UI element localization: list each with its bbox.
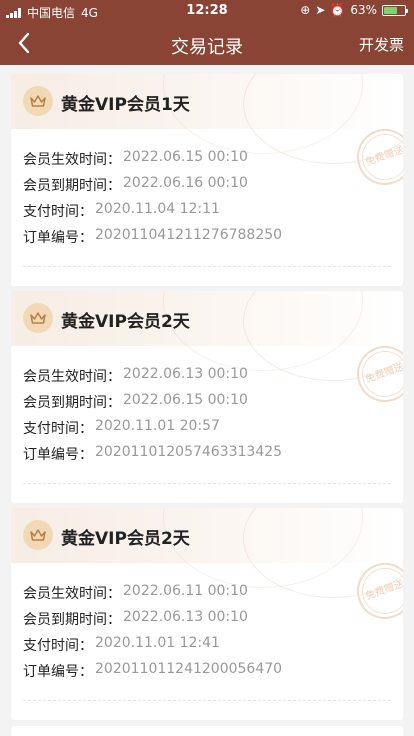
- crown-icon: [23, 520, 53, 550]
- page-title: 交易记录: [171, 37, 243, 58]
- end-time-row: 会员到期时间： 2022.06.15 00:10: [23, 392, 391, 418]
- paid-time-value: 2020.11.01 20:57: [95, 418, 220, 434]
- card-header: 黄金VIP会员2天: [11, 508, 403, 598]
- paid-time-value: 2020.11.04 12:11: [95, 201, 220, 217]
- order-number-row: 订单编号： 20201104121127678825​0: [23, 227, 391, 253]
- transaction-card-partial: [11, 726, 403, 736]
- start-time-value: 2022.06.11 00:10: [123, 583, 248, 599]
- end-time-value: 2022.06.16 00:10: [123, 175, 248, 191]
- order-number-value: 20201104121127678825​0: [95, 227, 283, 243]
- start-time-row: 会员生效时间： 2022.06.13 00:10: [23, 366, 391, 392]
- card-header: 黄金VIP会员1天: [11, 74, 403, 164]
- location-icon: ➤: [315, 3, 326, 17]
- battery-percent: 63%: [350, 3, 377, 17]
- paid-time-row: 支付时间： 2020.11.01 12:41: [23, 635, 391, 661]
- paid-time-label: 支付时间：: [23, 638, 93, 654]
- card-title: 黄金VIP会员2天: [61, 529, 190, 549]
- order-number-row: 订单编号： 202011012057463313425: [23, 444, 391, 470]
- order-number-label: 订单编号：: [23, 447, 93, 463]
- divider: [23, 700, 391, 701]
- invoice-button[interactable]: 开发票: [359, 34, 404, 55]
- start-time-value: 2022.06.15 00:10: [123, 149, 248, 165]
- alarm-icon: ⏰: [330, 3, 346, 17]
- paid-time-row: 支付时间： 2020.11.04 12:11: [23, 201, 391, 227]
- end-time-value: 2022.06.13 00:10: [123, 609, 248, 625]
- start-time-label: 会员生效时间：: [23, 586, 121, 602]
- divider: [23, 266, 391, 267]
- paid-time-row: 支付时间： 2020.11.01 20:57: [23, 418, 391, 444]
- end-time-label: 会员到期时间：: [23, 178, 121, 194]
- order-number-label: 订单编号：: [23, 230, 93, 246]
- lock-rotation-icon: ⊕: [300, 3, 311, 17]
- paid-time-label: 支付时间：: [23, 204, 93, 220]
- paid-time-value: 2020.11.01 12:41: [95, 635, 220, 651]
- card-title: 黄金VIP会员2天: [61, 312, 190, 332]
- order-number-value: 202011011241200056470: [95, 661, 283, 677]
- order-number-value: 202011012057463313425: [95, 444, 283, 460]
- transaction-card[interactable]: 黄金VIP会员2天 免费赠送 会员生效时间： 2022.06.11 00:10 会…: [11, 508, 403, 720]
- crown-icon: [23, 86, 53, 116]
- status-right: ⊕ ➤ ⏰ 63%: [300, 3, 408, 17]
- start-time-label: 会员生效时间：: [23, 369, 121, 385]
- end-time-value: 2022.06.15 00:10: [123, 392, 248, 408]
- start-time-label: 会员生效时间：: [23, 152, 121, 168]
- battery-icon: [382, 4, 408, 16]
- transaction-card[interactable]: 黄金VIP会员1天 免费赠送 会员生效时间： 2022.06.15 00:10 会…: [11, 74, 403, 286]
- nav-bar: 交易记录 开发票: [0, 22, 414, 65]
- end-time-row: 会员到期时间： 2022.06.16 00:10: [23, 175, 391, 201]
- status-bar: 中国电信 4G 12:28 ⊕ ➤ ⏰ 63%: [0, 0, 414, 22]
- start-time-row: 会员生效时间： 2022.06.11 00:10: [23, 583, 391, 609]
- end-time-label: 会员到期时间：: [23, 612, 121, 628]
- order-number-label: 订单编号：: [23, 664, 93, 680]
- transaction-card[interactable]: 黄金VIP会员2天 免费赠送 会员生效时间： 2022.06.13 00:10 会…: [11, 291, 403, 503]
- card-details: 会员生效时间： 2022.06.13 00:10 会员到期时间： 2022.06.1…: [23, 366, 391, 470]
- end-time-row: 会员到期时间： 2022.06.13 00:10: [23, 609, 391, 635]
- card-details: 会员生效时间： 2022.06.11 00:10 会员到期时间： 2022.06.1…: [23, 583, 391, 687]
- app-header: 中国电信 4G 12:28 ⊕ ➤ ⏰ 63% 交易记录 开发票: [0, 0, 414, 65]
- crown-icon: [23, 303, 53, 333]
- start-time-value: 2022.06.13 00:10: [123, 366, 248, 382]
- order-number-row: 订单编号： 202011011241200056470: [23, 661, 391, 687]
- end-time-label: 会员到期时间：: [23, 395, 121, 411]
- card-details: 会员生效时间： 2022.06.15 00:10 会员到期时间： 2022.06.1…: [23, 149, 391, 253]
- card-title: 黄金VIP会员1天: [61, 95, 190, 115]
- start-time-row: 会员生效时间： 2022.06.15 00:10: [23, 149, 391, 175]
- paid-time-label: 支付时间：: [23, 421, 93, 437]
- card-header: 黄金VIP会员2天: [11, 291, 403, 381]
- divider: [23, 483, 391, 484]
